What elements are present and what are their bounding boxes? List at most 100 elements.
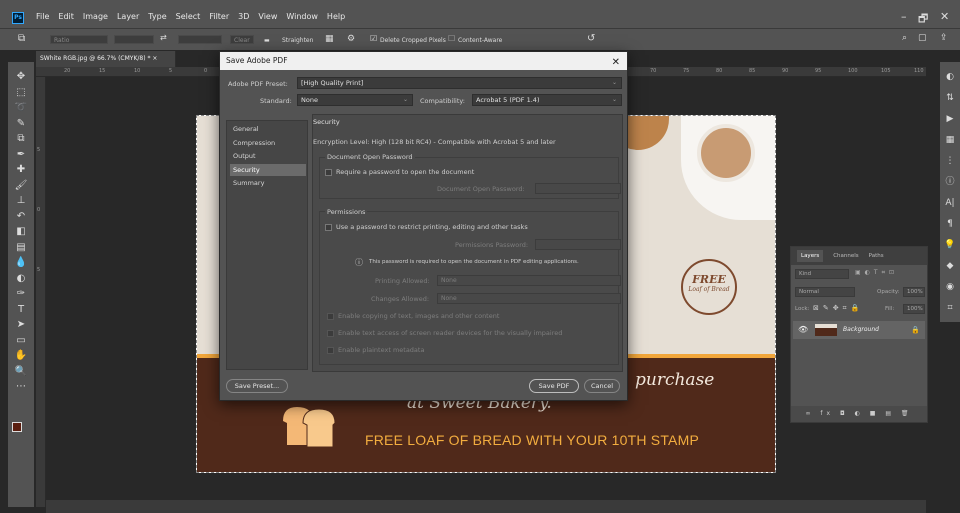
restore-icon[interactable]: 🗗	[918, 10, 928, 29]
color-icon[interactable]: ◐	[943, 70, 957, 84]
more-icon[interactable]: ⋯	[12, 380, 30, 394]
ratio-select[interactable]: Ratio	[50, 35, 108, 44]
enable-metadata-checkbox[interactable]	[327, 347, 334, 354]
grid-icon[interactable]: ▦	[943, 133, 957, 147]
changes-select[interactable]: None	[437, 293, 621, 304]
zoom-icon[interactable]: 🔍	[12, 365, 30, 379]
permissions-password-field[interactable]	[535, 239, 621, 250]
content-aware-label[interactable]: Content-Aware	[458, 37, 502, 44]
opacity-field[interactable]: 100%	[903, 287, 925, 297]
eraser-icon[interactable]: ◧	[12, 225, 30, 239]
pen-icon[interactable]: ✑	[12, 287, 30, 301]
tab-paths[interactable]: Paths	[869, 253, 884, 259]
nav-item-general[interactable]: General	[230, 123, 306, 135]
enable-access-label[interactable]: Enable text access of screen reader devi…	[338, 329, 562, 337]
quick-select-icon[interactable]: ✎	[12, 117, 30, 131]
menu-window[interactable]: Window	[286, 12, 318, 21]
filter-icons[interactable]: ▣◐T⌗⊡	[855, 269, 898, 277]
straighten-label[interactable]: Straighten	[282, 37, 313, 44]
delete-cropped-label[interactable]: Delete Cropped Pixels	[380, 37, 446, 44]
close-icon[interactable]: ✕	[940, 10, 949, 23]
enable-access-checkbox[interactable]	[327, 330, 334, 337]
lock-icons[interactable]: ⊠✎✥⌗🔒	[813, 304, 863, 313]
menu-3d[interactable]: 3D	[238, 12, 249, 21]
cancel-button[interactable]: Cancel	[584, 379, 620, 393]
workspace-icon[interactable]: ▢	[918, 33, 927, 43]
kind-filter[interactable]: Kind	[795, 269, 849, 279]
blur-icon[interactable]: 💧	[12, 256, 30, 270]
enable-metadata-label[interactable]: Enable plaintext metadata	[338, 346, 424, 354]
compatibility-select[interactable]: Acrobat 5 (PDF 1.4) ⌄	[472, 94, 622, 106]
close-tab-icon[interactable]: ×	[152, 55, 157, 62]
overlay-grid-icon[interactable]: ▦	[325, 34, 334, 44]
menu-image[interactable]: Image	[83, 12, 108, 21]
require-password-checkbox[interactable]	[325, 169, 332, 176]
enable-copying-label[interactable]: Enable copying of text, images and other…	[338, 312, 499, 320]
stamp-icon[interactable]: ⊥	[12, 194, 30, 208]
properties-icon[interactable]: ⋮	[943, 154, 957, 168]
clear-button[interactable]: Clear	[230, 35, 254, 44]
menu-select[interactable]: Select	[176, 12, 201, 21]
shape-icon[interactable]: ▭	[12, 334, 30, 348]
brush-icon[interactable]: 🖌	[12, 179, 30, 193]
tab-channels[interactable]: Channels	[833, 253, 858, 259]
menu-layer[interactable]: Layer	[117, 12, 139, 21]
gear-icon[interactable]: ⚙	[347, 34, 355, 44]
straighten-icon[interactable]: ▬	[264, 37, 270, 44]
healing-icon[interactable]: ✚	[12, 163, 30, 177]
foreground-color-swatch[interactable]	[12, 422, 22, 432]
crop-icon[interactable]: ⧉	[12, 132, 30, 146]
fill-field[interactable]: 100%	[903, 304, 925, 314]
marquee-icon[interactable]: ⬚	[12, 86, 30, 100]
layers-bottom-bar[interactable]: ∞ fx ◘ ◐ ■ ▤ 🗑	[791, 406, 927, 422]
checkbox-icon[interactable]: ☐	[448, 34, 455, 43]
eye-icon[interactable]: 👁	[798, 321, 808, 339]
minimize-icon[interactable]: –	[901, 10, 907, 23]
adjust-icon[interactable]: ⇅	[943, 91, 957, 105]
width-field[interactable]	[114, 35, 154, 44]
share-icon[interactable]: ⇪	[940, 33, 948, 43]
history-brush-icon[interactable]: ↶	[12, 210, 30, 224]
search-icon[interactable]: ⌕	[902, 33, 907, 43]
printing-select[interactable]: None	[437, 275, 621, 286]
nav-item-compression[interactable]: Compression	[230, 137, 306, 149]
eyedropper-icon[interactable]: ✒	[12, 148, 30, 162]
hand-icon[interactable]: ✋	[12, 349, 30, 363]
lasso-icon[interactable]: ➰	[12, 101, 30, 115]
gradient-icon[interactable]: ▤	[12, 241, 30, 255]
layer-row-background[interactable]: 👁 Background 🔒	[793, 321, 925, 339]
document-tab[interactable]: SWhite RGB.jpg @ 66.7% (CMYK/8) * ×	[36, 51, 176, 67]
menu-view[interactable]: View	[258, 12, 277, 21]
save-preset-button[interactable]: Save Preset...	[226, 379, 288, 393]
height-field[interactable]	[178, 35, 222, 44]
path-select-icon[interactable]: ➤	[12, 318, 30, 332]
swatches-icon[interactable]: ⌗	[943, 301, 957, 315]
checkbox-checked-icon[interactable]: ☑	[370, 34, 377, 43]
dodge-icon[interactable]: ◐	[12, 272, 30, 286]
menu-help[interactable]: Help	[327, 12, 345, 21]
paragraph-icon[interactable]: ¶	[943, 217, 957, 231]
nav-item-summary[interactable]: Summary	[230, 177, 306, 189]
blend-mode-select[interactable]: Normal	[795, 287, 855, 297]
require-password-label[interactable]: Require a password to open the document	[336, 168, 474, 176]
tab-layers[interactable]: Layers	[797, 250, 824, 262]
crop-tool-icon[interactable]: ⧉	[18, 33, 25, 44]
info-icon[interactable]: ⓘ	[943, 175, 957, 189]
character-icon[interactable]: A|	[943, 196, 957, 210]
menu-edit[interactable]: Edit	[58, 12, 74, 21]
dialog-close-icon[interactable]: ✕	[612, 54, 620, 72]
use-password-label[interactable]: Use a password to restrict printing, edi…	[336, 223, 528, 231]
save-pdf-button[interactable]: Save PDF	[529, 379, 579, 393]
nav-item-output[interactable]: Output	[230, 150, 306, 162]
type-icon[interactable]: T	[12, 303, 30, 317]
standard-select[interactable]: None ⌄	[297, 94, 413, 106]
enable-copying-checkbox[interactable]	[327, 313, 334, 320]
swap-icon[interactable]: ⇄	[160, 33, 167, 42]
move-icon[interactable]: ✥	[12, 70, 30, 84]
shape-icon[interactable]: ◉	[943, 280, 957, 294]
preset-select[interactable]: [High Quality Print] ⌄	[297, 77, 622, 89]
use-password-checkbox[interactable]	[325, 224, 332, 231]
menu-type[interactable]: Type	[148, 12, 166, 21]
menu-filter[interactable]: Filter	[209, 12, 229, 21]
play-icon[interactable]: ▶	[943, 112, 957, 126]
